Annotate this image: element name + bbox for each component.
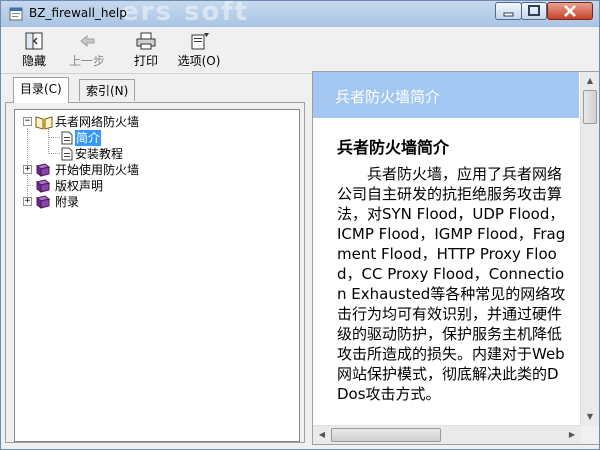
print-button[interactable]: 打印 [122, 32, 170, 72]
tree-item-intro[interactable]: 简介 [15, 130, 295, 146]
window-title: BZ_firewall_help [29, 6, 127, 20]
close-icon [564, 5, 576, 17]
topic-paragraph: 兵者防火墙，应用了兵者网络公司自主研发的抗拒绝服务攻击算法，对SYN Flood… [337, 165, 566, 403]
toolbar: 隐藏 上一步 打印 选项(O) [1, 27, 599, 74]
scroll-up-icon[interactable]: ▲ [583, 74, 597, 88]
tree-item-copyright[interactable]: 版权声明 [15, 178, 295, 194]
contents-panel: − 兵者网络防火墙 简介 安装教程 + 开始使用防火墙 版权声明 + 附录 [5, 102, 305, 443]
hide-pane-icon [25, 32, 43, 50]
closed-book-icon [35, 163, 51, 177]
tree-item-label: 简介 [75, 130, 102, 146]
tree-item-getting-started[interactable]: + 开始使用防火墙 [15, 162, 295, 178]
tab-index[interactable]: 索引(N) [79, 79, 136, 101]
title-bar[interactable]: ers soft BZ_firewall_help [1, 1, 599, 27]
tab-contents[interactable]: 目录(C) [13, 77, 69, 103]
vertical-scroll-thumb[interactable] [583, 90, 597, 124]
tree-item-label: 兵者网络防火墙 [55, 115, 140, 129]
maximize-icon [528, 5, 540, 16]
horizontal-scroll-thumb[interactable] [331, 428, 441, 442]
tab-contents-label: 目录(C) [20, 82, 62, 96]
tree-item-label: 安装教程 [75, 147, 124, 161]
tree-item-label: 版权声明 [55, 179, 104, 193]
printer-icon [136, 32, 156, 50]
tree-item-install[interactable]: 安装教程 [15, 146, 295, 162]
print-label: 打印 [133, 54, 158, 68]
scroll-left-icon[interactable]: ◀ [315, 428, 329, 442]
expand-icon: + [23, 164, 32, 174]
help-page-icon [61, 147, 73, 161]
closed-book-icon [35, 195, 51, 209]
horizontal-scrollbar[interactable]: ◀ ▶ [313, 425, 581, 444]
tab-index-label: 索引(N) [86, 84, 129, 98]
title-watermark: ers soft [121, 0, 250, 27]
banner-title: 兵者防火墙简介 [335, 88, 441, 106]
options-icon [191, 33, 209, 50]
scroll-down-icon[interactable]: ▼ [583, 410, 597, 424]
back-label: 上一步 [68, 54, 105, 68]
help-window: ers soft BZ_firewall_help 隐藏 上一步 打印 选项(O… [0, 0, 600, 450]
vertical-scrollbar[interactable]: ▲ ▼ [580, 72, 599, 426]
topic-banner: 兵者防火墙简介 [313, 72, 579, 118]
close-button[interactable] [547, 2, 593, 20]
tree-item-label: 开始使用防火墙 [55, 163, 140, 177]
contents-tree[interactable]: − 兵者网络防火墙 简介 安装教程 + 开始使用防火墙 版权声明 + 附录 [14, 109, 300, 442]
tree-item-firewall[interactable]: − 兵者网络防火墙 [15, 114, 295, 130]
help-page-icon [61, 131, 73, 145]
expand-icon: + [23, 196, 32, 206]
back-button[interactable]: 上一步 [63, 32, 111, 72]
closed-book-icon [35, 179, 51, 193]
tree-item-label: 附录 [55, 195, 80, 209]
scroll-right-icon[interactable]: ▶ [565, 428, 579, 442]
minimize-icon [503, 12, 514, 17]
options-button[interactable]: 选项(O) [175, 32, 223, 72]
back-arrow-icon [80, 34, 95, 48]
help-app-icon [9, 7, 23, 21]
tree-item-appendix[interactable]: + 附录 [15, 194, 295, 210]
maximize-button[interactable] [521, 2, 547, 20]
hide-label: 隐藏 [21, 54, 46, 68]
hide-button[interactable]: 隐藏 [10, 32, 58, 72]
topic-heading: 兵者防火墙简介 [337, 138, 450, 157]
minimize-button[interactable] [495, 2, 522, 20]
collapse-icon: − [23, 116, 32, 126]
options-label: 选项(O) [177, 54, 221, 68]
open-book-icon [35, 116, 53, 130]
nav-tabs: 目录(C) 索引(N) [5, 77, 305, 103]
topic-pane: 兵者防火墙简介 兵者防火墙简介 兵者防火墙，应用了兵者网络公司自主研发的抗拒绝服… [312, 71, 599, 445]
scroll-corner [581, 426, 599, 444]
